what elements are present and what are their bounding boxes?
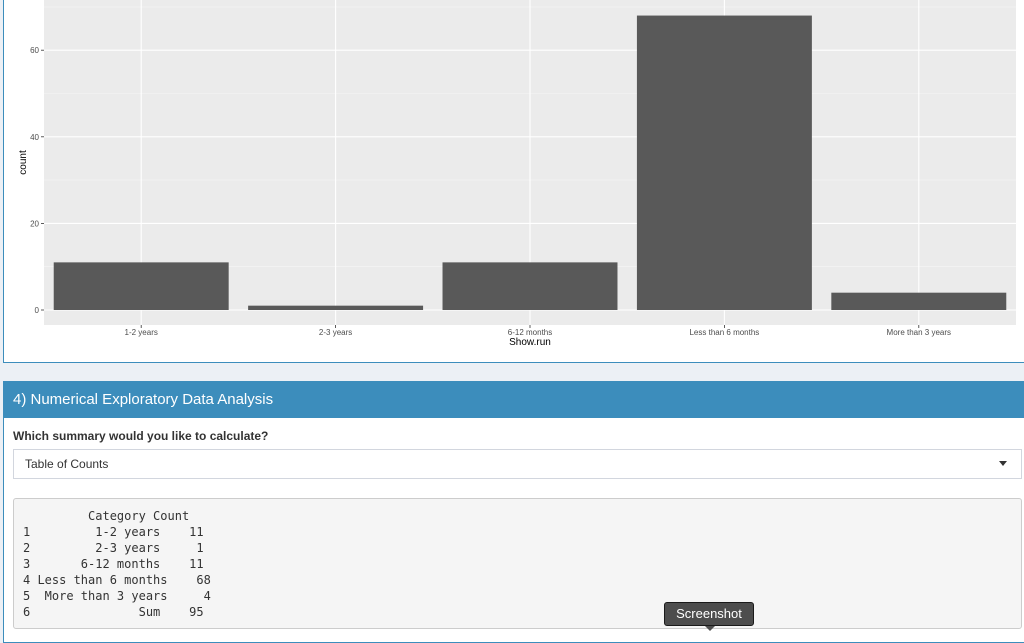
bar (442, 262, 618, 310)
y-tick-label: 60 (30, 46, 39, 55)
x-tick-label: More than 3 years (887, 328, 951, 337)
summary-question-label: Which summary would you like to calculat… (13, 429, 269, 443)
plot-box: 0 20 40 60 1-2 years 2-3 years 6-12 months Les… (3, 0, 1024, 363)
bar (53, 262, 229, 310)
summary-output: Category Count 1 1-2 years 11 2 2-3 year… (13, 498, 1022, 629)
summary-select[interactable]: Table of Counts (13, 449, 1022, 479)
bar (831, 292, 1007, 310)
x-tick-label: 1-2 years (125, 328, 158, 337)
x-tick-label: 6-12 months (508, 328, 552, 337)
x-tick-label: Less than 6 months (689, 328, 759, 337)
y-tick-label: 20 (30, 219, 39, 228)
x-axis-ticks: 1-2 years 2-3 years 6-12 months Less than 6… (125, 325, 951, 337)
screenshot-tooltip[interactable]: Screenshot (664, 602, 754, 626)
bar-chart: 0 20 40 60 1-2 years 2-3 years 6-12 months Les… (18, 0, 1016, 348)
y-tick-label: 0 (35, 306, 40, 315)
y-axis-ticks: 0 20 40 60 (30, 46, 44, 315)
y-tick-label: 40 (30, 133, 39, 142)
bar (248, 305, 424, 310)
numerical-eda-panel: 4) Numerical Exploratory Data Analysis W… (3, 381, 1024, 643)
x-tick-label: 2-3 years (319, 328, 352, 337)
bar (636, 15, 812, 311)
summary-select-value: Table of Counts (25, 457, 109, 471)
y-axis-label: count (18, 150, 29, 175)
section-title: 4) Numerical Exploratory Data Analysis (4, 382, 1024, 418)
tooltip-arrow (705, 626, 715, 631)
x-axis-label: Show.run (509, 337, 551, 348)
chevron-down-icon (999, 461, 1007, 466)
